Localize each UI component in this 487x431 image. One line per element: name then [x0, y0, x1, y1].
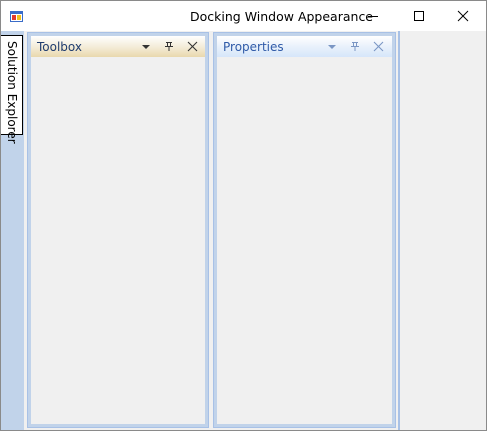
autohide-tab-label: Solution Explorer: [5, 41, 19, 144]
close-window-button[interactable]: [440, 1, 486, 31]
close-icon: [457, 10, 469, 22]
document-area: [398, 31, 486, 430]
properties-panel: Properties: [213, 32, 396, 428]
toolbox-content: Toolbox: [31, 36, 205, 424]
client-area: Solution Explorer Toolbox Properties: [1, 31, 486, 430]
toolbox-header[interactable]: Toolbox: [31, 36, 205, 57]
toolbox-dropdown-button[interactable]: [139, 39, 154, 54]
toolbox-close-button[interactable]: [185, 39, 200, 54]
minimize-icon: [368, 16, 378, 17]
close-icon: [187, 41, 198, 52]
autohide-tab-solution-explorer[interactable]: Solution Explorer: [1, 35, 23, 144]
toolbox-panel: Toolbox: [27, 32, 209, 428]
toolbox-pin-button[interactable]: [162, 39, 177, 54]
properties-pin-button[interactable]: [348, 39, 363, 54]
toolbox-title: Toolbox: [37, 40, 82, 54]
dropdown-arrow-icon: [328, 45, 336, 49]
window-title: Docking Window Appearance: [190, 9, 374, 24]
properties-close-button[interactable]: [371, 39, 386, 54]
pin-icon: [351, 42, 359, 51]
properties-title: Properties: [223, 40, 284, 54]
properties-dropdown-button[interactable]: [325, 39, 340, 54]
minimize-button[interactable]: [350, 1, 396, 31]
pin-icon: [165, 42, 173, 51]
title-bar[interactable]: Docking Window Appearance: [1, 1, 486, 31]
maximize-icon: [414, 11, 424, 21]
properties-header[interactable]: Properties: [217, 36, 392, 57]
maximize-button[interactable]: [396, 1, 442, 31]
properties-content: Properties: [217, 36, 392, 424]
close-icon: [373, 41, 384, 52]
app-icon: [10, 11, 23, 22]
dropdown-arrow-icon: [142, 45, 150, 49]
app-window: Docking Window Appearance Solution Explo…: [0, 0, 487, 431]
autohide-strip-left: Solution Explorer: [1, 31, 24, 430]
